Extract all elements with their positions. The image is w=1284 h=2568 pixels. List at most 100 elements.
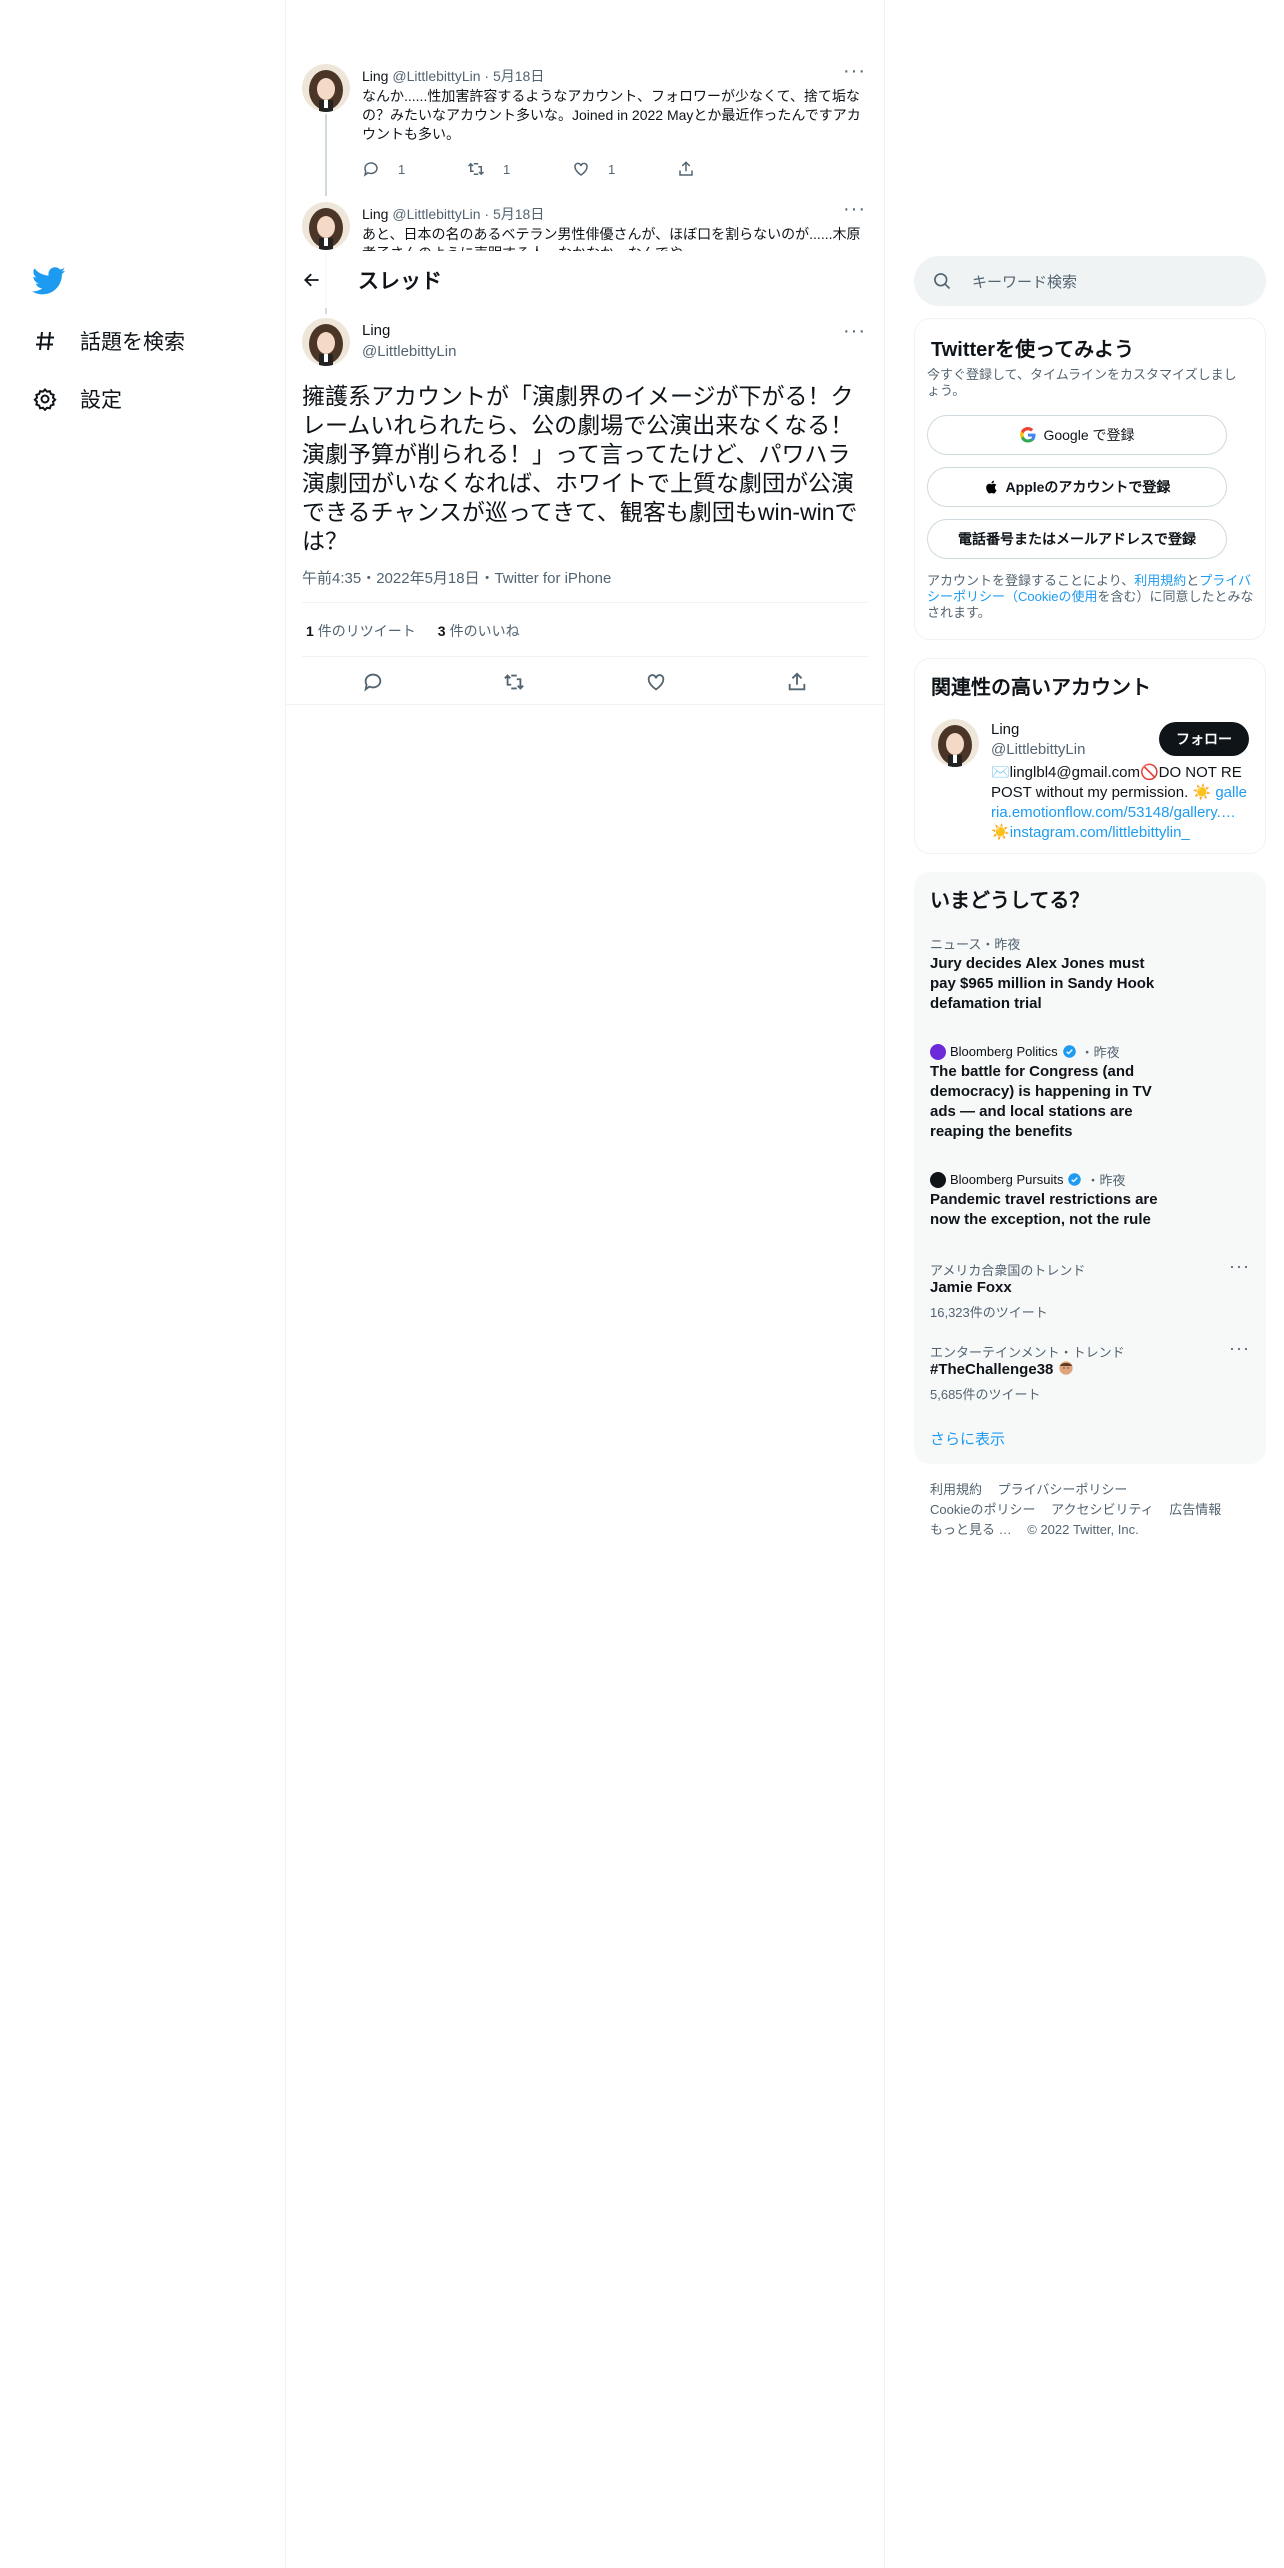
google-signup-button[interactable]: Google で登録 [927,415,1227,455]
author-handle[interactable]: @LittlebittyLin [392,206,480,222]
footer-link[interactable]: アクセシビリティ [1051,1502,1154,1517]
like-stat[interactable]: 3 件のいいね [438,621,520,641]
avatar[interactable] [931,719,979,767]
trend-title[interactable]: Jury decides Alex Jones must pay $965 mi… [930,954,1170,1014]
signup-card: Twitterを使ってみよう 今すぐ登録して、タイムラインをカスタマイズしましょ… [914,318,1266,640]
trend-title[interactable]: #TheChallenge38 [930,1360,1170,1380]
more-icon[interactable]: ··· [1229,1338,1250,1359]
follow-button[interactable]: フォロー [1159,722,1249,756]
more-icon[interactable]: ··· [843,61,866,81]
trend-title[interactable]: The battle for Congress (and democracy) … [930,1062,1170,1142]
author-handle[interactable]: @LittlebittyLin [362,343,456,360]
share-button[interactable] [677,160,782,178]
footer-link[interactable]: Cookieのポリシー [930,1502,1035,1517]
like-number: 3 [437,623,446,639]
footer-link[interactable]: 広告情報 [1169,1502,1221,1517]
author-name[interactable]: Ling [362,322,390,339]
trend-source-time: ・昨夜 [1080,1045,1120,1060]
search-box[interactable]: キーワード検索 [914,256,1266,306]
gear-icon [32,386,58,412]
avatar[interactable] [302,64,350,112]
retweet-icon[interactable] [503,671,525,693]
bio-instagram-link[interactable]: instagram.com/littlebittylin_ [1010,824,1190,841]
apple-signup-button[interactable]: Appleのアカウントで登録 [927,467,1227,507]
tweet-actions [302,662,868,702]
terms-conjunction: と [1186,573,1200,588]
retweet-icon [467,162,485,176]
retweet-stat[interactable]: 1 件のリツイート [306,621,416,641]
more-icon[interactable]: ··· [1229,1256,1250,1277]
apple-signup-label: Appleのアカウントで登録 [1005,479,1171,495]
trend-source-name: Bloomberg Pursuits [950,1172,1064,1187]
tweet-stats: 1 件のリツイート 3 件のいいね [306,621,542,641]
heart-icon[interactable] [645,671,667,693]
retweet-button[interactable]: 1 [467,160,572,178]
account-name[interactable]: Ling [991,721,1019,738]
twitter-bird-icon[interactable] [32,264,66,298]
trend-title[interactable]: Pandemic travel restrictions are now the… [930,1190,1170,1230]
footer: 利用規約 プライバシーポリシー Cookieのポリシー アクセシビリティ 広告情… [930,1480,1260,1540]
avatar[interactable] [302,318,350,366]
emoji-person-icon [1058,1361,1073,1375]
tweet-date[interactable]: 5月18日 [493,68,544,84]
phone-email-signup-label: 電話番号またはメールアドレスで登録 [958,531,1196,547]
reply-icon [363,162,378,177]
trend-source-time: ・昨夜 [1086,1173,1126,1188]
footer-row: Cookieのポリシー アクセシビリティ 広告情報 [930,1500,1260,1520]
apple-icon [985,480,997,494]
footer-link[interactable]: プライバシーポリシー [998,1482,1128,1497]
terms-prefix: アカウントを登録することにより、 [927,573,1135,588]
tweet-timestamp[interactable]: 午前4:35・2022年5月18日・Twitter for iPhone [302,567,611,588]
nav-explore[interactable]: 話題を検索 [32,321,185,361]
bloomberg-pursuits-logo-icon [930,1171,946,1188]
tweet-header: Ling @LittlebittyLin · 5月18日 [362,204,544,224]
like-stat-label: 件のいいね [449,623,520,639]
trend-context: アメリカ合衆国のトレンド [930,1263,1086,1278]
retweet-count: 1 [503,161,511,177]
bio-text: ✉️linglbl4@gmail.com🚫DO NOT REPOST witho… [991,764,1242,801]
divider [302,656,868,657]
divider [286,704,884,705]
account-handle[interactable]: @LittlebittyLin [991,741,1085,758]
more-icon[interactable]: ··· [843,199,866,219]
right-divider [884,0,885,2568]
share-icon[interactable] [786,671,808,693]
separator: · [484,206,490,222]
back-arrow-icon[interactable] [300,268,324,292]
nav-explore-label: 話題を検索 [80,331,185,354]
reply-button[interactable]: 1 [362,160,467,178]
retweet-number: 1 [306,623,314,639]
related-title: 関連性の高いアカウント [931,677,1151,699]
search-input[interactable]: キーワード検索 [972,271,1077,292]
thread-header: スレッド [286,252,884,308]
account-bio: ✉️linglbl4@gmail.com🚫DO NOT REPOST witho… [991,763,1247,843]
verified-badge-icon [1062,1045,1076,1058]
avatar[interactable] [302,202,350,250]
search-icon [934,273,951,290]
verified-badge-icon [1068,1173,1082,1186]
nav-settings-label: 設定 [80,389,122,412]
footer-link[interactable]: 利用規約 [930,1482,982,1497]
bloomberg-politics-logo-icon [930,1043,946,1060]
trend-hashtag: #TheChallenge38 [930,1361,1054,1378]
tweet-date[interactable]: 5月18日 [493,206,544,222]
like-button[interactable]: 1 [572,160,677,178]
author-handle[interactable]: @LittlebittyLin [392,68,480,84]
terms-link[interactable]: 利用規約 [1134,573,1186,588]
trends-card: いまどうしてる？ ニュース・昨夜 Jury decides Alex Jones… [914,872,1266,1464]
trend-title[interactable]: Jamie Foxx [930,1278,1170,1298]
author-name[interactable]: Ling [362,68,388,84]
trend-context: エンターテインメント・トレンド [930,1345,1125,1360]
footer-more-link[interactable]: もっと見る … [930,1522,1012,1537]
divider [302,602,868,603]
trend-source: Bloomberg Politics ・昨夜 [930,1042,1120,1061]
trend-context: ニュース・昨夜 [930,937,1021,952]
more-icon[interactable]: ··· [843,321,866,341]
phone-email-signup-button[interactable]: 電話番号またはメールアドレスで登録 [927,519,1227,559]
author-name[interactable]: Ling [362,206,388,222]
show-more-link[interactable]: さらに表示 [930,1428,1005,1449]
nav-settings[interactable]: 設定 [32,379,122,419]
tweet-header: Ling @LittlebittyLin · 5月18日 [362,66,544,86]
google-icon [1020,426,1036,443]
reply-icon[interactable] [362,671,384,693]
